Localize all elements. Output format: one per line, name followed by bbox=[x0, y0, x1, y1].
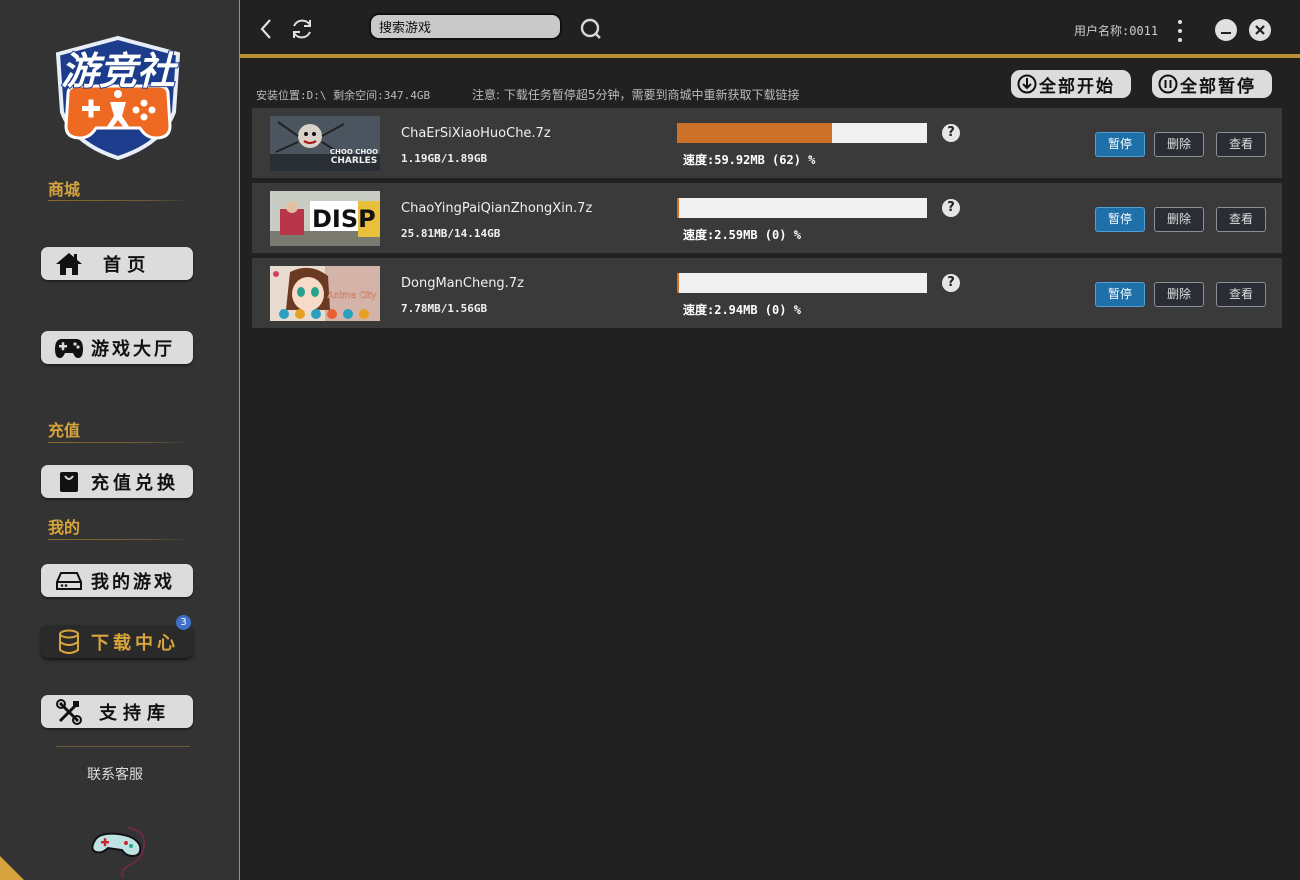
nav-support-library-button[interactable]: 支持库 bbox=[41, 695, 193, 728]
username-label: 用户名称:0011 bbox=[1074, 24, 1159, 38]
section-title-recharge: 充值 bbox=[48, 421, 81, 440]
nav-download-center-label: 下载中心 bbox=[91, 632, 179, 654]
download-row: Anime City DongManCheng.7z 7.78MB/1.56GB… bbox=[252, 258, 1282, 328]
thumbnail-text: Anime City bbox=[327, 291, 377, 301]
pause-button[interactable]: 暂停 bbox=[1095, 282, 1145, 307]
divider bbox=[56, 746, 190, 747]
view-button[interactable]: 查看 bbox=[1216, 282, 1266, 307]
drive-icon bbox=[53, 567, 85, 595]
delete-button[interactable]: 删除 bbox=[1154, 282, 1204, 307]
download-speed: 速度:2.94MB (0) % bbox=[683, 303, 801, 317]
download-speed: 速度:2.59MB (0) % bbox=[683, 228, 801, 242]
thumbnail-text: CHOO CHOO bbox=[330, 148, 378, 156]
refresh-icon[interactable] bbox=[289, 16, 315, 42]
pause-circle-icon bbox=[1158, 74, 1178, 94]
search-input[interactable] bbox=[369, 13, 562, 40]
file-name: ChaoYingPaiQianZhongXin.7z bbox=[401, 201, 593, 216]
corner-decoration bbox=[0, 856, 24, 880]
contact-support-link[interactable]: 联系客服 bbox=[87, 764, 143, 784]
tools-icon bbox=[53, 698, 85, 726]
nav-my-games-button[interactable]: 我的游戏 bbox=[41, 564, 193, 597]
progress-fill bbox=[677, 123, 832, 143]
progress-fill bbox=[677, 273, 679, 293]
help-icon[interactable]: ? bbox=[942, 124, 960, 142]
pause-all-label: 全部暂停 bbox=[1180, 76, 1256, 97]
pause-all-button[interactable]: 全部暂停 bbox=[1152, 70, 1272, 98]
sidebar: 游竞社 商城 首 页 游戏大厅 充值 充值兑换 我的 我的游戏 下载中心 3 支… bbox=[0, 0, 240, 880]
home-icon bbox=[53, 250, 85, 278]
help-icon[interactable]: ? bbox=[942, 199, 960, 217]
download-circle-icon bbox=[1017, 74, 1037, 94]
thumbnail-text: CHARLES bbox=[331, 156, 377, 166]
close-button[interactable] bbox=[1249, 19, 1271, 41]
progress-bar bbox=[677, 273, 927, 293]
download-row: CHOO CHOO CHARLES ChaErSiXiaoHuoChe.7z 1… bbox=[252, 108, 1282, 178]
back-arrow-icon[interactable] bbox=[254, 16, 280, 42]
view-button[interactable]: 查看 bbox=[1216, 207, 1266, 232]
progress-bar bbox=[677, 123, 927, 143]
minimize-icon bbox=[1221, 32, 1231, 34]
download-speed: 速度:59.92MB (62) % bbox=[683, 153, 816, 167]
app-logo: 游竞社 bbox=[55, 35, 181, 161]
gamepad-decoration-icon bbox=[91, 827, 146, 879]
file-size: 1.19GB/1.89GB bbox=[401, 152, 488, 165]
progress-bar bbox=[677, 198, 927, 218]
more-menu-icon[interactable] bbox=[1169, 19, 1191, 43]
search-icon[interactable] bbox=[578, 16, 604, 42]
nav-recharge-button[interactable]: 充值兑换 bbox=[41, 465, 193, 498]
database-icon bbox=[53, 628, 85, 656]
nav-my-games-label: 我的游戏 bbox=[91, 571, 175, 593]
game-thumbnail: CHOO CHOO CHARLES bbox=[270, 116, 380, 171]
pause-button[interactable]: 暂停 bbox=[1095, 207, 1145, 232]
download-row: DISP ChaoYingPaiQianZhongXin.7z 25.81MB/… bbox=[252, 183, 1282, 253]
nav-game-hall-label: 游戏大厅 bbox=[91, 338, 175, 360]
nav-home-label: 首 页 bbox=[103, 254, 146, 276]
top-bar-divider bbox=[240, 54, 1300, 58]
nav-support-library-label: 支持库 bbox=[99, 702, 171, 724]
install-location-text: 安装位置:D:\ 剩余空间:347.4GB bbox=[256, 89, 431, 102]
file-size: 25.81MB/14.14GB bbox=[401, 227, 501, 240]
nav-download-center-button[interactable]: 下载中心 bbox=[41, 625, 193, 658]
nav-game-hall-button[interactable]: 游戏大厅 bbox=[41, 331, 193, 364]
nav-recharge-label: 充值兑换 bbox=[91, 472, 179, 494]
game-thumbnail: Anime City bbox=[270, 266, 380, 321]
progress-fill bbox=[677, 198, 679, 218]
view-button[interactable]: 查看 bbox=[1216, 132, 1266, 157]
start-all-label: 全部开始 bbox=[1039, 76, 1115, 97]
divider bbox=[48, 200, 190, 201]
close-icon bbox=[1255, 25, 1265, 35]
nav-home-button[interactable]: 首 页 bbox=[41, 247, 193, 280]
pause-button[interactable]: 暂停 bbox=[1095, 132, 1145, 157]
file-size: 7.78MB/1.56GB bbox=[401, 302, 488, 315]
divider bbox=[48, 442, 190, 443]
delete-button[interactable]: 删除 bbox=[1154, 132, 1204, 157]
download-count-badge: 3 bbox=[176, 615, 191, 630]
gamepad-icon bbox=[53, 334, 85, 362]
minimize-button[interactable] bbox=[1215, 19, 1237, 41]
thumbnail-text: DISP bbox=[312, 205, 376, 233]
shopping-bag-icon bbox=[53, 468, 85, 496]
delete-button[interactable]: 删除 bbox=[1154, 207, 1204, 232]
divider bbox=[48, 539, 190, 540]
start-all-button[interactable]: 全部开始 bbox=[1011, 70, 1131, 98]
section-title-mine: 我的 bbox=[48, 518, 81, 537]
game-thumbnail: DISP bbox=[270, 191, 380, 246]
section-title-shop: 商城 bbox=[48, 180, 81, 199]
file-name: ChaErSiXiaoHuoChe.7z bbox=[401, 126, 551, 141]
file-name: DongManCheng.7z bbox=[401, 276, 524, 291]
help-icon[interactable]: ? bbox=[942, 274, 960, 292]
notice-text: 注意: 下载任务暂停超5分钟，需要到商城中重新获取下载链接 bbox=[472, 88, 800, 102]
logo-text: 游竞社 bbox=[61, 49, 179, 93]
